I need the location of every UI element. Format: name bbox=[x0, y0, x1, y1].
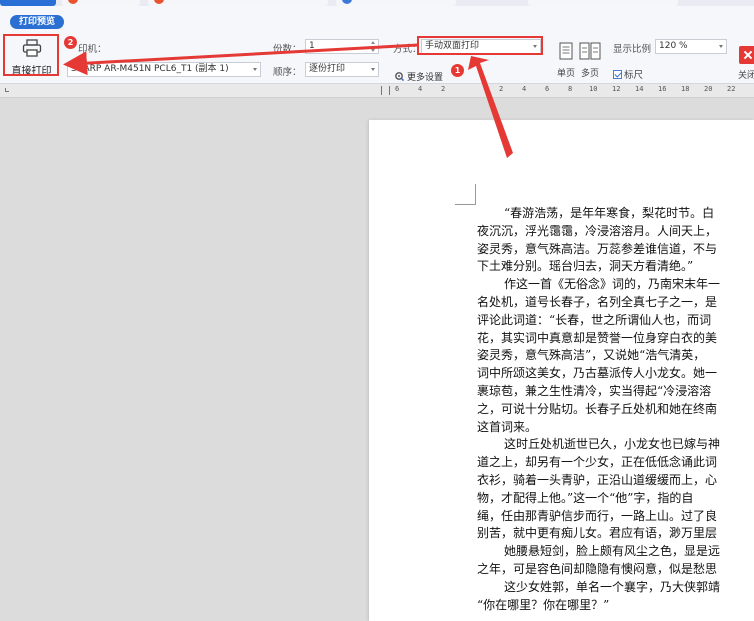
chevron-down-icon bbox=[719, 45, 723, 48]
ruler-toggle[interactable]: 标尺 bbox=[613, 67, 643, 81]
multi-page-label: 多页 bbox=[580, 69, 599, 79]
printer-select-value: SHARP AR-M451N PCL6_T1 (副本 1) bbox=[71, 64, 229, 74]
ruler-tick bbox=[389, 86, 390, 95]
ruler-mark: 6 bbox=[395, 85, 400, 93]
preview-area[interactable]: “春游浩荡，是年年寒食，梨花时节。白夜沉沉，浮光霭霭，冷浸溶溶月。人间天上， 姿灵… bbox=[0, 99, 754, 621]
order-select[interactable]: 逐份打印 bbox=[305, 62, 379, 77]
ruler-mark: 2 bbox=[499, 85, 504, 93]
step-badge-1: 1 bbox=[451, 64, 464, 77]
duplex-mode-select[interactable]: 手动双面打印 bbox=[421, 39, 541, 54]
document-line: 这首词来。 bbox=[477, 419, 538, 434]
direct-print-button[interactable]: 直接打印 bbox=[5, 36, 58, 80]
order-label: 顺序： bbox=[273, 67, 302, 78]
document-line: 夜沉沉，浮光霭霭，冷浸溶溶月。人间天上， bbox=[477, 223, 718, 238]
document-line: “春游浩荡，是年年寒食，梨花时节。白 bbox=[504, 206, 715, 220]
ruler-checkbox-label: 标尺 bbox=[624, 70, 644, 81]
zoom-value: 120 % bbox=[659, 41, 688, 51]
print-preview-toolbar: 打印预览 直接打印 2 印机： SHARP AR-M451N PCL6_T1 (… bbox=[0, 6, 754, 84]
ruler-mark: 12 bbox=[612, 85, 621, 93]
document-line: 裹琼苞，兼之生性清冷，实当得起“冷浸溶溶 bbox=[477, 383, 712, 398]
document-line: 绳，任由那青驴信步而行，一路上山。过了良 bbox=[477, 508, 718, 523]
ruler-mark: 4 bbox=[522, 85, 527, 93]
ruler-mark: 16 bbox=[658, 85, 667, 93]
ruler-corner bbox=[5, 88, 9, 92]
document-line: 之年，可是容色间却隐隐有懊闷意，似是愁思 bbox=[477, 561, 718, 576]
ruler-mark: 6 bbox=[545, 85, 550, 93]
document-page: “春游浩荡，是年年寒食，梨花时节。白夜沉沉，浮光霭霭，冷浸溶溶月。人间天上， 姿灵… bbox=[369, 120, 754, 621]
copies-label: 份数： bbox=[273, 44, 302, 55]
tab-print-preview[interactable]: 打印预览 bbox=[10, 15, 64, 29]
document-line: 别苦，就中更有痴儿女。君应有语，渺万里层 bbox=[477, 526, 718, 541]
document-line: 花，其实词中真意却是赞誉一位身穿白衣的美 bbox=[477, 330, 718, 345]
document-line: 下土难分别。瑶台归去，洞天方看清绝。” bbox=[477, 259, 694, 274]
ruler-mark: 4 bbox=[418, 85, 423, 93]
document-line: “你在哪里？你在哪里？” bbox=[477, 597, 610, 612]
ruler-mark: 14 bbox=[635, 85, 644, 93]
document-line: 作这一首《无俗念》词的，乃南宋末年一 bbox=[504, 277, 721, 292]
ruler-tick bbox=[381, 86, 382, 95]
single-page-icon bbox=[559, 42, 573, 60]
more-settings-label: 更多设置 bbox=[407, 73, 444, 83]
printer-icon bbox=[22, 39, 42, 57]
step-badge-2: 2 bbox=[64, 36, 77, 49]
gear-icon bbox=[395, 72, 404, 81]
document-line: 词中所颂这美女，乃古墓派传人小龙女。她一 bbox=[477, 366, 718, 381]
document-line: 之，可说十分贴切。长春子丘处机和她在终南 bbox=[477, 401, 718, 416]
printer-label: 印机： bbox=[78, 44, 107, 55]
document-line: 评论此词道：“长春，世之所谓仙人也，而词 bbox=[477, 312, 712, 327]
ruler-mark: 20 bbox=[704, 85, 713, 93]
margin-corner-mark bbox=[455, 184, 476, 205]
chevron-down-icon bbox=[533, 45, 537, 48]
document-line: 这时丘处机逝世已久，小龙女也已嫁与神 bbox=[504, 437, 721, 452]
ruler-mark: 8 bbox=[568, 85, 573, 93]
multi-page-button[interactable]: 多页 bbox=[576, 42, 604, 79]
ruler-mark: 18 bbox=[681, 85, 690, 93]
mode-label: 方式： bbox=[393, 44, 422, 55]
stepper-arrows-icon[interactable] bbox=[371, 41, 377, 52]
printer-select[interactable]: SHARP AR-M451N PCL6_T1 (副本 1) bbox=[67, 62, 261, 77]
zoom-label: 显示比例 bbox=[613, 44, 652, 55]
copies-stepper[interactable]: 1 bbox=[305, 39, 379, 54]
document-line: 姿灵秀，意气殊高洁。万蕊参差谁信道，不与 bbox=[477, 241, 718, 256]
zoom-select[interactable]: 120 % bbox=[655, 39, 727, 54]
duplex-mode-value: 手动双面打印 bbox=[425, 41, 480, 51]
direct-print-label: 直接打印 bbox=[11, 66, 52, 77]
document-line: 她腰悬短剑，脸上颇有风尘之色，显是远 bbox=[504, 544, 721, 559]
chevron-down-icon bbox=[371, 68, 375, 71]
ruler-mark: 2 bbox=[441, 85, 446, 93]
close-preview-button[interactable] bbox=[739, 46, 754, 64]
document-line: 这少女姓郭，单名一个襄字，乃大侠郭靖 bbox=[504, 579, 721, 594]
document-line: 名处机，道号长春子，名列全真七子之一，是 bbox=[477, 294, 718, 309]
horizontal-ruler: 6 4 2 2 4 6 8 10 12 14 16 18 20 22 bbox=[0, 84, 754, 98]
document-line: 道之上，却另有一个少女，正在低低念诵此词 bbox=[477, 455, 718, 470]
copies-value: 1 bbox=[309, 41, 315, 51]
close-label: 关闭 bbox=[738, 71, 754, 81]
more-settings-link[interactable]: 更多设置 bbox=[394, 70, 443, 83]
ruler-mark: 22 bbox=[727, 85, 736, 93]
document-line: 姿灵秀，意气殊高洁”，又说她“浩气清英， bbox=[477, 348, 706, 363]
ruler-mark: 10 bbox=[589, 85, 598, 93]
ruler-checkbox[interactable] bbox=[613, 70, 622, 79]
order-select-value: 逐份打印 bbox=[309, 64, 346, 74]
multi-page-icon bbox=[579, 42, 601, 60]
document-line: 衣衫，骑着一头青驴，正沿山道缓缓而上，心 bbox=[477, 472, 718, 487]
document-text: “春游浩荡，是年年寒食，梨花时节。白夜沉沉，浮光霭霭，冷浸溶溶月。人间天上， 姿灵… bbox=[477, 205, 754, 621]
chevron-down-icon bbox=[253, 68, 257, 71]
document-line: 物，才配得上他。”这一个“他”字，指的自 bbox=[477, 490, 694, 505]
